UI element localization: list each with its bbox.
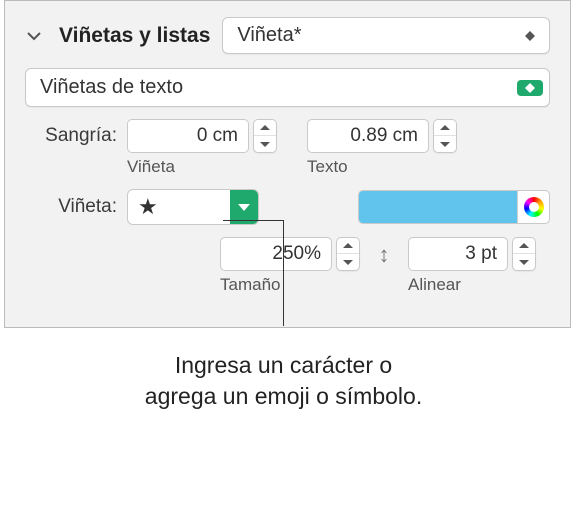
align-sublabel: Alinear	[408, 275, 536, 295]
color-picker-button[interactable]	[517, 191, 549, 223]
bullet-indent-sublabel: Viñeta	[127, 157, 277, 177]
section-title: Viñetas y listas	[59, 24, 210, 48]
bullet-type-value: Viñetas de texto	[40, 76, 183, 99]
bullet-align-stepper[interactable]	[512, 237, 536, 271]
bullet-indent-field[interactable]: 0 cm	[127, 119, 249, 153]
disclosure-toggle[interactable]	[25, 27, 43, 45]
bullet-size-field[interactable]: 250%	[220, 237, 332, 271]
chevron-down-icon	[27, 29, 41, 43]
vertical-align-icon: ↕	[372, 237, 396, 268]
text-indent-field[interactable]: 0.89 cm	[307, 119, 429, 153]
bullet-color-well[interactable]	[358, 190, 550, 224]
chevron-down-icon	[238, 204, 250, 211]
indent-label: Sangría:	[25, 119, 117, 147]
bullet-type-popup[interactable]: Viñetas de texto	[25, 68, 550, 107]
color-swatch	[359, 191, 517, 223]
bullet-char-label: Viñeta:	[25, 196, 117, 218]
text-indent-stepper[interactable]	[433, 119, 457, 153]
callout-caption: Ingresa un carácter o agrega un emoji o …	[0, 350, 567, 412]
chevron-updown-icon	[517, 80, 543, 96]
chevron-updown-icon	[521, 31, 539, 41]
bullets-lists-panel: Viñetas y listas Viñeta* Viñetas de text…	[4, 0, 571, 328]
color-wheel-icon	[524, 197, 544, 217]
list-style-popup[interactable]: Viñeta*	[222, 17, 550, 54]
bullet-indent-stepper[interactable]	[253, 119, 277, 153]
bullet-align-field[interactable]: 3 pt	[408, 237, 508, 271]
list-style-value: Viñeta*	[237, 24, 301, 47]
size-sublabel: Tamaño	[220, 275, 360, 295]
bullet-size-stepper[interactable]	[336, 237, 360, 271]
text-indent-sublabel: Texto	[307, 157, 457, 177]
bullet-symbol: ★	[128, 194, 230, 220]
bullet-menu-button[interactable]	[230, 190, 258, 224]
callout-line	[283, 220, 284, 326]
